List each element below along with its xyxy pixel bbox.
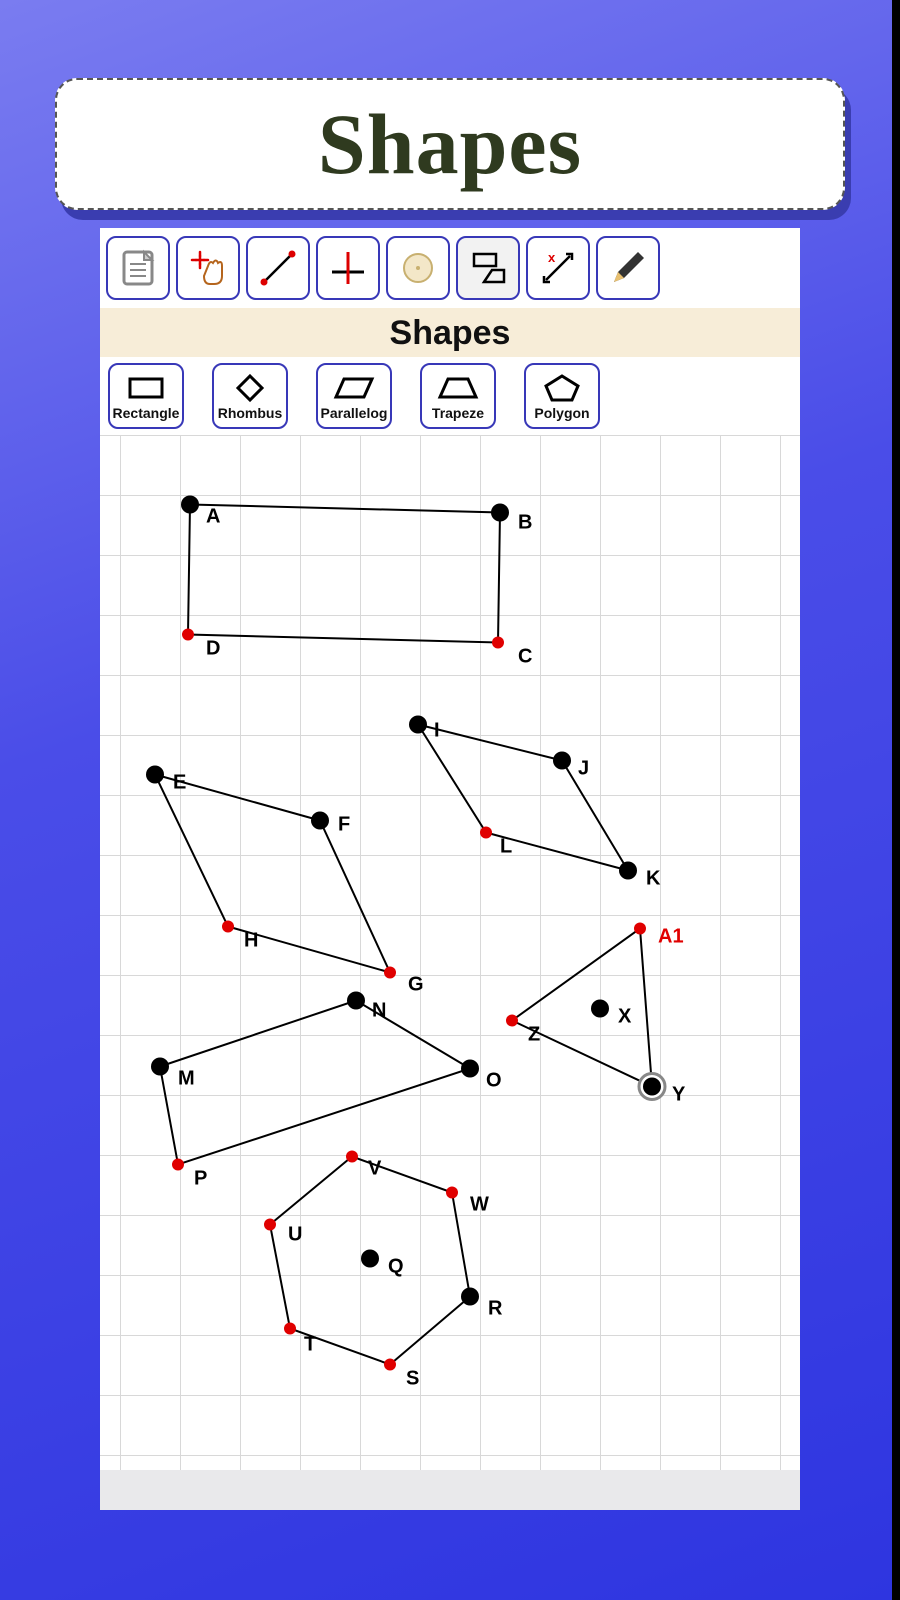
measure-icon: x bbox=[536, 246, 580, 290]
perpendicular-icon bbox=[326, 246, 370, 290]
point-G[interactable] bbox=[384, 967, 396, 979]
rhombus-icon bbox=[228, 373, 272, 403]
point-label-J: J bbox=[578, 758, 589, 780]
point-D[interactable] bbox=[182, 629, 194, 641]
point-label-L: L bbox=[500, 836, 512, 858]
pencil-icon bbox=[606, 246, 650, 290]
shape-label: Rhombus bbox=[218, 405, 283, 421]
polygon-icon bbox=[540, 373, 584, 403]
point-label-G: G bbox=[408, 974, 424, 996]
shapes-icon bbox=[466, 246, 510, 290]
shape-polygon[interactable]: Polygon bbox=[524, 363, 600, 429]
point-label-O: O bbox=[486, 1070, 502, 1092]
point-label-I: I bbox=[434, 720, 440, 742]
shape-rectangle[interactable]: Rectangle bbox=[108, 363, 184, 429]
point-label-Y: Y bbox=[672, 1084, 686, 1106]
file-icon bbox=[116, 246, 160, 290]
point-label-H: H bbox=[244, 930, 258, 952]
shape-path[interactable] bbox=[188, 505, 500, 643]
point-label-D: D bbox=[206, 638, 220, 660]
page-title: Shapes bbox=[318, 94, 582, 194]
shape-label: Trapeze bbox=[432, 405, 484, 421]
app-panel: x Shapes Rectangle Rhombus Parallelog Tr… bbox=[100, 228, 800, 1480]
trapeze-icon bbox=[436, 373, 480, 403]
point-H[interactable] bbox=[222, 921, 234, 933]
shape-rhombus[interactable]: Rhombus bbox=[212, 363, 288, 429]
rectangle-icon bbox=[124, 373, 168, 403]
point-label-X: X bbox=[618, 1006, 632, 1028]
tool-line[interactable] bbox=[246, 236, 310, 300]
svg-text:x: x bbox=[548, 250, 556, 265]
point-I[interactable] bbox=[409, 716, 427, 734]
point-T[interactable] bbox=[284, 1323, 296, 1335]
point-label-Z: Z bbox=[528, 1024, 540, 1046]
point-label-B: B bbox=[518, 512, 532, 534]
shape-label: Polygon bbox=[534, 405, 589, 421]
point-Y[interactable] bbox=[643, 1078, 661, 1096]
point-W[interactable] bbox=[446, 1187, 458, 1199]
point-label-A: A bbox=[206, 506, 220, 528]
point-A1[interactable] bbox=[634, 923, 646, 935]
tool-measure[interactable]: x bbox=[526, 236, 590, 300]
android-nav-bar bbox=[100, 1470, 800, 1510]
point-label-N: N bbox=[372, 1000, 386, 1022]
point-L[interactable] bbox=[480, 827, 492, 839]
shape-trapeze[interactable]: Trapeze bbox=[420, 363, 496, 429]
tool-move[interactable] bbox=[176, 236, 240, 300]
shape-path[interactable] bbox=[155, 775, 390, 973]
point-label-T: T bbox=[304, 1334, 316, 1356]
point-P[interactable] bbox=[172, 1159, 184, 1171]
point-label-C: C bbox=[518, 646, 532, 668]
tool-shapes[interactable] bbox=[456, 236, 520, 300]
point-U[interactable] bbox=[264, 1219, 276, 1231]
tool-perpendicular[interactable] bbox=[316, 236, 380, 300]
main-toolbar: x bbox=[100, 228, 800, 308]
point-label-V: V bbox=[368, 1158, 382, 1180]
point-Z[interactable] bbox=[506, 1015, 518, 1027]
point-S[interactable] bbox=[384, 1359, 396, 1371]
move-hand-icon bbox=[186, 246, 230, 290]
parallelogram-icon bbox=[332, 373, 376, 403]
shape-path[interactable] bbox=[418, 725, 628, 871]
section-label: Shapes bbox=[100, 308, 800, 357]
drawing-canvas[interactable]: A B C D E F G H I J K L M N O P Q R S T U V W X Y Z A1 bbox=[100, 435, 800, 1480]
point-label-K: K bbox=[646, 868, 661, 890]
line-icon bbox=[256, 246, 300, 290]
point-N[interactable] bbox=[347, 992, 365, 1010]
shape-label: Parallelog bbox=[321, 405, 388, 421]
tool-circle[interactable] bbox=[386, 236, 450, 300]
point-label-Q: Q bbox=[388, 1256, 404, 1278]
point-A[interactable] bbox=[181, 496, 199, 514]
point-label-U: U bbox=[288, 1224, 302, 1246]
point-label-R: R bbox=[488, 1298, 503, 1320]
point-Q[interactable] bbox=[361, 1250, 379, 1268]
point-X[interactable] bbox=[591, 1000, 609, 1018]
point-O[interactable] bbox=[461, 1060, 479, 1078]
point-C[interactable] bbox=[492, 637, 504, 649]
point-R[interactable] bbox=[461, 1288, 479, 1306]
shape-label: Rectangle bbox=[113, 405, 180, 421]
point-label-W: W bbox=[470, 1194, 489, 1216]
point-E[interactable] bbox=[146, 766, 164, 784]
point-K[interactable] bbox=[619, 862, 637, 880]
point-label-S: S bbox=[406, 1368, 419, 1390]
circle-icon bbox=[396, 246, 440, 290]
point-B[interactable] bbox=[491, 504, 509, 522]
shape-path[interactable] bbox=[160, 1001, 470, 1165]
point-M[interactable] bbox=[151, 1058, 169, 1076]
page-title-card: Shapes bbox=[55, 78, 845, 210]
point-J[interactable] bbox=[553, 752, 571, 770]
shape-parallelogram[interactable]: Parallelog bbox=[316, 363, 392, 429]
point-label-A1: A1 bbox=[658, 926, 684, 948]
point-V[interactable] bbox=[346, 1151, 358, 1163]
tool-pencil[interactable] bbox=[596, 236, 660, 300]
drawing-svg: A B C D E F G H I J K L M N O P Q R S T U V W X Y Z A1 bbox=[100, 435, 800, 1480]
point-label-P: P bbox=[194, 1168, 207, 1190]
point-F[interactable] bbox=[311, 812, 329, 830]
point-label-M: M bbox=[178, 1068, 195, 1090]
point-label-E: E bbox=[173, 772, 186, 794]
shape-toolbar: Rectangle Rhombus Parallelog Trapeze Pol… bbox=[100, 357, 800, 435]
point-label-F: F bbox=[338, 814, 350, 836]
tool-file[interactable] bbox=[106, 236, 170, 300]
